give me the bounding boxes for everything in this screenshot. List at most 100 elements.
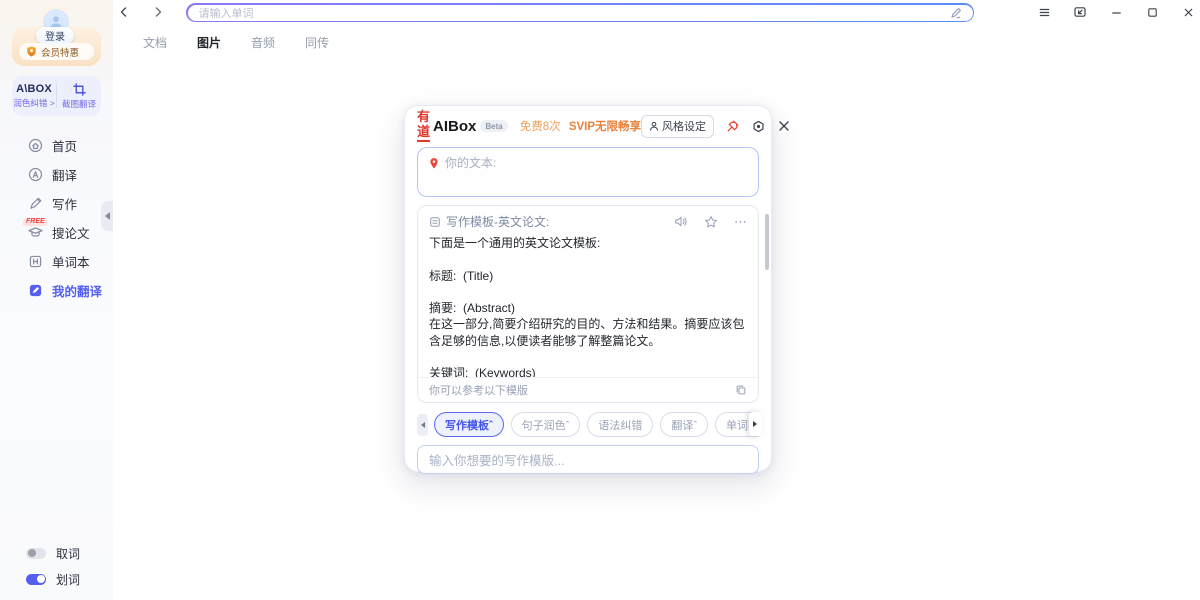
sidebar-collapse-handle[interactable] (101, 201, 113, 231)
back-button[interactable] (116, 4, 132, 20)
minimize-button[interactable] (1108, 4, 1124, 20)
chip-translate[interactable]: 翻译ˆ (660, 412, 708, 437)
titlebar: 请输入单词 (113, 0, 1200, 26)
my-translation-icon (28, 283, 43, 298)
chevron-left-icon (418, 422, 425, 428)
vip-benefits-label: 会员特惠 (41, 45, 79, 59)
result-card: 写作模板-英文论文: ⋯ 下面是一个通用的英文论文模板: 标题: (Title)… (417, 205, 759, 403)
chevron-right-icon (753, 421, 760, 427)
sidebar-item-my-translations[interactable]: 我的翻译 (0, 276, 113, 305)
sidebar-item-label: 搜论文 (52, 223, 90, 242)
result-title: 写作模板-英文论文: (446, 213, 549, 230)
tab-audio[interactable]: 音频 (236, 28, 290, 57)
beta-badge: Beta (480, 120, 507, 132)
tab-label: 图片 (197, 36, 221, 50)
aibox-header: 有道 AIBox Beta 免费8次 SVIP无限畅享 风格设定 (417, 113, 759, 139)
youdao-logo: 有道 (417, 110, 430, 142)
login-button[interactable]: 登录 (36, 27, 74, 44)
aibox-polish-label: 润色纠错 > (13, 97, 54, 109)
free-badge: FREE (23, 218, 48, 226)
sidebar-nav: 首页 翻译 写作 FREE 搜论文 单词本 (0, 131, 113, 305)
maximize-button[interactable] (1144, 4, 1160, 20)
close-dialog-button[interactable] (777, 119, 791, 133)
free-quota-label: 免费8次 (520, 121, 561, 133)
sidebar-item-paper-search[interactable]: FREE 搜论文 (0, 218, 113, 247)
gear-icon (751, 119, 766, 134)
wordbook-icon (28, 254, 43, 269)
chips-next-button[interactable] (749, 412, 762, 436)
crop-icon (73, 83, 86, 96)
aibox-logo: A\BOX (16, 83, 52, 95)
template-request-placeholder: 输入你想要的写作模版... (429, 450, 564, 469)
close-window-button[interactable] (1180, 4, 1196, 20)
tab-interpretation[interactable]: 同传 (290, 28, 344, 57)
aibox-dialog: 有道 AIBox Beta 免费8次 SVIP无限畅享 风格设定 你的文本: (404, 105, 772, 472)
sidebar-item-label: 单词本 (52, 252, 90, 271)
word-select-toggle[interactable] (26, 574, 46, 585)
result-content: 下面是一个通用的英文论文模板: 标题: (Title) 摘要: (Abstrac… (418, 232, 758, 378)
translate-icon (28, 167, 43, 182)
modal-scrollbar[interactable] (765, 214, 769, 270)
chip-writing-template[interactable]: 写作模板ˆ (434, 412, 504, 437)
sidebar: 登录 会员特惠 A\BOX 润色纠错 > 截图翻译 首页 (0, 0, 113, 600)
style-setting-button[interactable]: 风格设定 (641, 115, 714, 138)
screenshot-translate-label: 截图翻译 (62, 98, 96, 110)
template-doc-icon (429, 216, 441, 228)
back-arrow-icon (118, 6, 130, 18)
sidebar-item-translate[interactable]: 翻译 (0, 160, 113, 189)
sidebar-item-wordbook[interactable]: 单词本 (0, 247, 113, 276)
sidebar-item-home[interactable]: 首页 (0, 131, 113, 160)
style-setting-label: 风格设定 (662, 118, 706, 134)
your-text-label: 你的文本: (445, 157, 496, 170)
word-capture-toggle[interactable] (26, 548, 46, 559)
location-pin-icon (428, 157, 440, 170)
media-tabs: 文档 图片 音频 同传 (128, 28, 344, 57)
copy-icon[interactable] (735, 384, 747, 396)
forward-button[interactable] (150, 4, 166, 20)
favorite-star-icon[interactable] (704, 215, 718, 229)
tab-label: 音频 (251, 36, 275, 50)
pushpin-icon (725, 119, 740, 134)
template-request-input[interactable]: 输入你想要的写作模版... (417, 445, 759, 474)
person-icon (649, 121, 659, 131)
edit-pen-icon[interactable] (950, 7, 962, 19)
word-search-bar[interactable]: 请输入单词 (186, 3, 974, 22)
forward-arrow-icon (152, 6, 164, 18)
close-icon (1182, 6, 1195, 19)
speaker-icon[interactable] (674, 215, 688, 228)
screenshot-translate-entry[interactable]: 截图翻译 (57, 83, 101, 110)
menu-icon (1038, 6, 1051, 19)
tab-label: 文档 (143, 36, 167, 50)
svip-promo[interactable]: 免费8次 SVIP无限畅享 (520, 118, 641, 134)
sidebar-item-label: 我的翻译 (52, 281, 102, 300)
menu-button[interactable] (1036, 4, 1052, 20)
chips-strip: 写作模板ˆ 句子润色ˆ 语法纠错 翻译ˆ 单词百科 论文去 (434, 412, 759, 437)
sidebar-item-label: 翻译 (52, 165, 77, 184)
pin-button[interactable] (725, 119, 740, 134)
word-select-label: 划词 (56, 571, 80, 588)
svip-label: SVIP无限畅享 (569, 121, 641, 133)
feature-chips-row: 写作模板ˆ 句子润色ˆ 语法纠错 翻译ˆ 单词百科 论文去 (417, 412, 759, 437)
mini-mode-button[interactable] (1072, 4, 1088, 20)
sidebar-item-writing[interactable]: 写作 (0, 189, 113, 218)
pen-icon (28, 196, 43, 211)
your-text-input[interactable]: 你的文本: (417, 147, 759, 197)
home-icon (28, 138, 43, 153)
sidebar-item-label: 写作 (52, 194, 77, 213)
tab-documents[interactable]: 文档 (128, 28, 182, 57)
tab-images[interactable]: 图片 (182, 28, 236, 57)
aibox-polish-entry[interactable]: A\BOX 润色纠错 > (12, 83, 56, 109)
login-label: 登录 (45, 32, 65, 43)
chips-prev-button[interactable] (417, 414, 428, 436)
settings-button[interactable] (751, 119, 766, 134)
search-placeholder: 请输入单词 (199, 5, 254, 21)
more-icon[interactable]: ⋯ (734, 217, 747, 227)
aibox-title: AIBox (433, 118, 476, 135)
result-footer-hint: 你可以参考以下模版 (429, 382, 528, 398)
vip-benefits-button[interactable]: 会员特惠 (19, 43, 94, 60)
chip-grammar-check[interactable]: 语法纠错 (587, 412, 653, 437)
chip-sentence-polish[interactable]: 句子润色ˆ (511, 412, 581, 437)
tab-label: 同传 (305, 36, 329, 50)
close-icon (777, 119, 791, 133)
sidebar-item-label: 首页 (52, 136, 77, 155)
